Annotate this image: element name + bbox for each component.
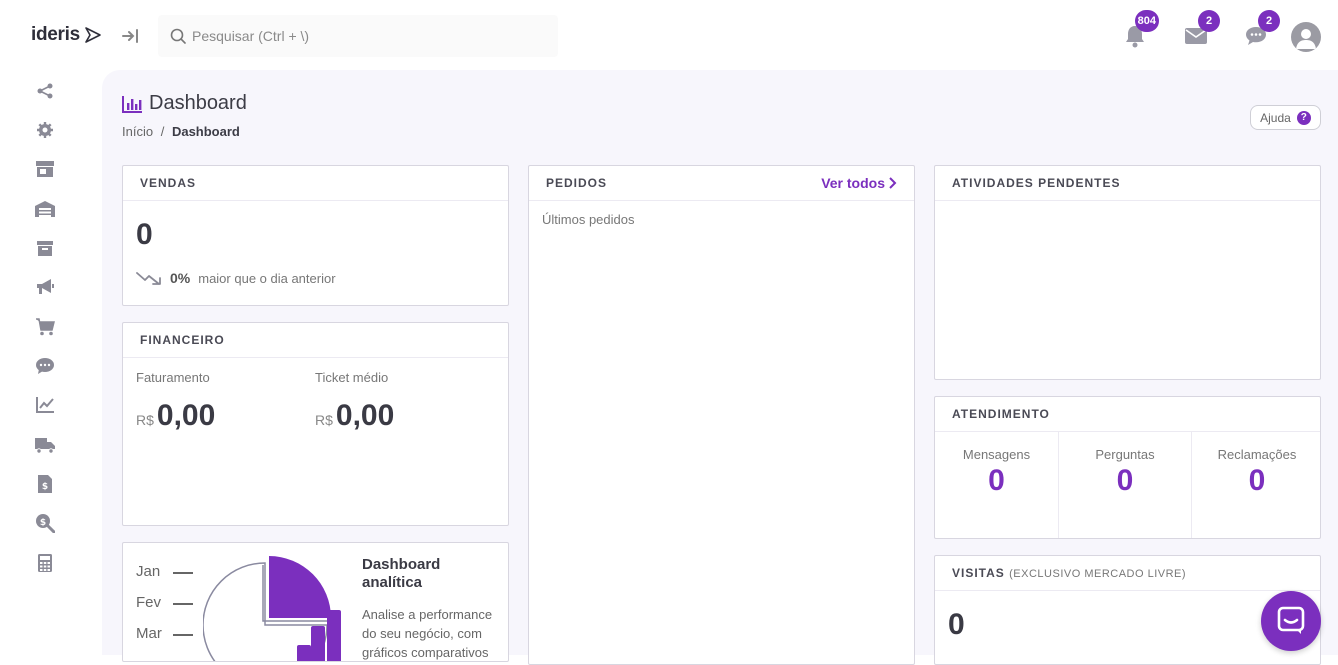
analytics-title: Dashboard analítica: [362, 556, 440, 592]
svg-text:$: $: [42, 482, 48, 492]
truck-icon[interactable]: [34, 434, 56, 456]
stat-mensagens[interactable]: Mensagens 0: [935, 432, 1059, 538]
vendas-compare: maior que o dia anterior: [198, 270, 336, 286]
month-fev: Fev: [136, 594, 162, 611]
atividades-card: ATIVIDADES PENDENTES: [934, 165, 1321, 380]
visitas-subtitle: (EXCLUSIVO MERCADO LIVRE): [1009, 568, 1187, 580]
analytics-desc: Analise a performance do seu negócio, co…: [362, 607, 493, 660]
main-content: Dashboard Início / Dashboard Ajuda ? VEN…: [102, 70, 1338, 665]
ver-todos-link[interactable]: Ver todos: [821, 175, 897, 191]
chart-line-icon[interactable]: [34, 394, 56, 416]
help-icon: ?: [1296, 110, 1311, 125]
collapse-menu-icon[interactable]: [121, 26, 141, 46]
page-title: Dashboard: [122, 92, 247, 115]
month-fev-line: [173, 603, 193, 605]
search-box[interactable]: [158, 15, 558, 57]
top-bar: ideris 804 2 2: [0, 0, 1338, 70]
financeiro-card: FINANCEIRO Faturamento R$ 0,00 Ticket mé…: [122, 322, 509, 526]
vendas-card: VENDAS 0 0% maior que o dia anterior: [122, 165, 509, 306]
analytics-title-line2: analítica: [362, 574, 423, 591]
warehouse-icon[interactable]: [34, 198, 56, 220]
sidebar: $ $: [0, 70, 90, 655]
chat-badge: 2: [1258, 10, 1280, 32]
visitas-title-text: VISITAS: [952, 566, 1005, 580]
stat-perguntas-value: 0: [1116, 464, 1134, 497]
atendimento-card: ATENDIMENTO Mensagens 0 Perguntas 0 Recl…: [934, 396, 1321, 539]
trend-down-icon: [136, 272, 161, 285]
avatar[interactable]: [1291, 22, 1321, 52]
stat-reclamacoes-label: Reclamações: [1217, 447, 1297, 462]
help-label: Ajuda: [1260, 110, 1291, 125]
share-icon[interactable]: [34, 80, 56, 102]
chat-icon[interactable]: [34, 355, 56, 377]
financeiro-title: FINANCEIRO: [140, 333, 225, 347]
stat-perguntas[interactable]: Perguntas 0: [1059, 432, 1192, 538]
help-button[interactable]: Ajuda ?: [1250, 105, 1321, 130]
analytics-title-line1: Dashboard: [362, 556, 441, 573]
breadcrumb-home[interactable]: Início: [122, 124, 153, 139]
month-mar-line: [173, 634, 193, 636]
gear-icon[interactable]: [34, 119, 56, 141]
search-input[interactable]: [192, 28, 552, 44]
pedidos-subtitle: Últimos pedidos: [542, 212, 635, 227]
visitas-value: 0: [948, 608, 965, 641]
svg-text:$: $: [40, 518, 46, 528]
ticket-amount: 0,00: [335, 399, 395, 432]
month-jan-line: [173, 572, 193, 574]
chevron-right-icon: [889, 177, 897, 189]
pie-illustration-icon: [203, 556, 341, 661]
stat-mensagens-value: 0: [988, 464, 1005, 497]
cart-icon[interactable]: [34, 316, 56, 338]
atividades-title: ATIVIDADES PENDENTES: [952, 176, 1121, 190]
archive-icon[interactable]: [34, 237, 56, 259]
search-icon: [170, 28, 186, 44]
pedidos-title: PEDIDOS: [546, 176, 608, 190]
invoice-icon[interactable]: $: [34, 473, 56, 495]
mail-badge: 2: [1198, 10, 1220, 32]
ver-todos-label: Ver todos: [821, 175, 885, 191]
megaphone-icon[interactable]: [34, 276, 56, 298]
mail-button[interactable]: 2: [1182, 10, 1220, 50]
month-jan: Jan: [136, 563, 161, 580]
page-title-text: Dashboard: [149, 92, 247, 114]
analytics-promo-card[interactable]: Jan Fev Mar Dashboard analítica Analise …: [122, 542, 509, 662]
vendas-pct: 0%: [170, 270, 191, 286]
store-icon[interactable]: [34, 158, 56, 180]
user-icon: [1296, 29, 1316, 49]
vendas-value: 0: [136, 218, 153, 251]
chat-launcher-button[interactable]: [1261, 591, 1321, 651]
faturamento-value: R$ 0,00: [136, 399, 215, 433]
money-search-icon[interactable]: $: [34, 512, 56, 534]
pedidos-card: PEDIDOS Ver todos Últimos pedidos: [528, 165, 915, 665]
faturamento-label: Faturamento: [136, 370, 210, 385]
bar-chart-icon: [122, 95, 142, 113]
chat-launcher-icon: [1277, 606, 1305, 634]
visitas-title: VISITAS (EXCLUSIVO MERCADO LIVRE): [952, 566, 1186, 580]
notifications-badge: 804: [1134, 10, 1159, 32]
notifications-button[interactable]: 804: [1121, 10, 1159, 50]
month-mar: Mar: [136, 625, 162, 642]
stat-perguntas-label: Perguntas: [1095, 447, 1155, 462]
ticket-label: Ticket médio: [315, 370, 389, 385]
logo-arrow-icon: [85, 27, 101, 43]
ticket-currency: R$: [315, 412, 333, 428]
stat-mensagens-label: Mensagens: [962, 447, 1031, 462]
faturamento-currency: R$: [136, 412, 154, 428]
breadcrumb: Início / Dashboard: [122, 124, 240, 139]
chat-button[interactable]: 2: [1242, 10, 1280, 50]
faturamento-amount: 0,00: [156, 399, 216, 432]
stat-reclamacoes-value: 0: [1248, 464, 1266, 497]
atendimento-title: ATENDIMENTO: [952, 407, 1050, 421]
breadcrumb-separator: /: [160, 124, 165, 139]
logo[interactable]: ideris: [31, 24, 102, 46]
atendimento-stats: Mensagens 0 Perguntas 0 Reclamações 0: [935, 432, 1320, 538]
breadcrumb-current: Dashboard: [171, 124, 240, 139]
stat-reclamacoes[interactable]: Reclamações 0: [1192, 432, 1320, 538]
ticket-value: R$ 0,00: [315, 399, 394, 433]
logo-text: ideris: [31, 24, 80, 45]
calculator-icon[interactable]: [34, 552, 56, 574]
vendas-title: VENDAS: [140, 176, 197, 190]
vendas-trend: 0% maior que o dia anterior: [136, 270, 336, 286]
